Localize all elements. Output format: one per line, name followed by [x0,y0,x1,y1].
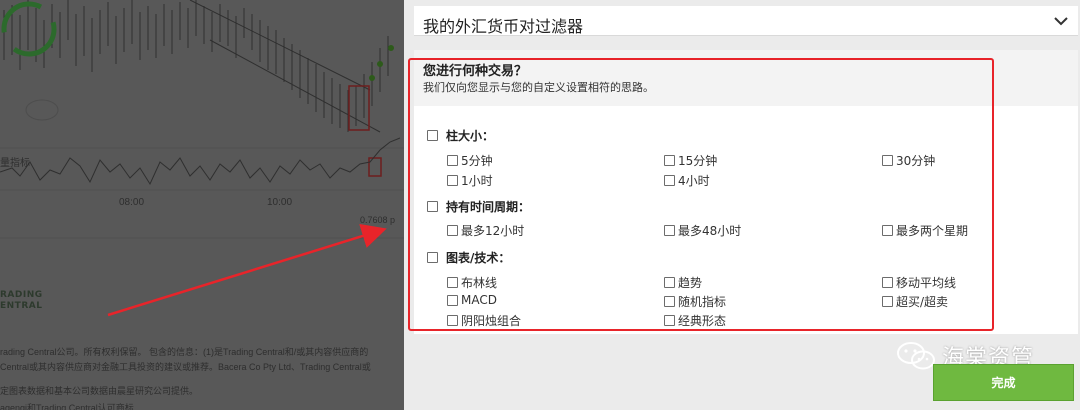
option-1h[interactable]: 1小时 [447,172,493,189]
checkbox[interactable] [664,277,675,288]
option-trend[interactable]: 趋势 [664,274,702,291]
section-holding-period[interactable]: 持有时间周期： [427,198,530,215]
option-5min[interactable]: 5分钟 [447,152,493,169]
option-label: 随机指标 [678,295,727,309]
price-label: 0.7608 p [360,215,396,225]
axis-label-0800: 08:00 [119,197,145,208]
checkbox[interactable] [664,296,675,307]
disclaimer-line: 定图表数据和基本公司数据由晨星研究公司提供。 [0,386,199,396]
option-label: 趋势 [678,276,703,290]
option-moving-average[interactable]: 移动平均线 [882,274,956,291]
option-macd[interactable]: MACD [447,293,497,307]
checkbox[interactable] [664,155,675,166]
option-stochastic[interactable]: 随机指标 [664,293,726,310]
filter-dropdown[interactable]: 我的外汇货币对过滤器 [414,6,1078,36]
bar-size-checkbox[interactable] [427,130,438,141]
background-page: 08:00 10:00 量指标 0.7608 p RADING ENTRAL r… [0,0,404,410]
checkbox[interactable] [882,296,893,307]
option-4h[interactable]: 4小时 [664,172,710,189]
disclaimer-line: rading Central公司。所有权利保留。 包含的信息：(1)是Tradi… [0,347,369,357]
option-bollinger[interactable]: 布林线 [447,274,497,291]
trading-central-logo [1,1,57,57]
question-title: 您进行何种交易？ [423,64,528,79]
chevron-down-icon[interactable] [1054,16,1068,26]
option-label: 最多两个星期 [896,224,969,238]
option-label: 阴阳烛组合 [461,314,522,328]
checkbox[interactable] [664,175,675,186]
option-30min[interactable]: 30分钟 [882,152,935,169]
option-12h[interactable]: 最多12小时 [447,222,524,239]
option-label: 最多12小时 [461,224,525,238]
checkbox[interactable] [447,277,458,288]
disclaimer-line: agengi和Trading Central认可商标 [0,403,134,410]
checkbox[interactable] [882,155,893,166]
option-label: 经典形态 [678,314,727,328]
option-2weeks[interactable]: 最多两个星期 [882,222,968,239]
option-candlestick[interactable]: 阴阳烛组合 [447,312,521,329]
option-label: 超买/超卖 [896,295,949,309]
checkbox[interactable] [447,294,458,306]
checkbox[interactable] [664,315,675,326]
checkbox[interactable] [664,225,675,236]
option-label: 30分钟 [896,154,936,168]
checkbox[interactable] [447,175,458,186]
option-label: 最多48小时 [678,224,742,238]
checkbox[interactable] [447,225,458,236]
wechat-icon [897,342,935,370]
option-label: 布林线 [461,276,498,290]
disclaimer-line: Central或其内容供应商对金融工具投资的建议或推荐。Bacera Co Pt… [0,362,371,372]
indicator-label: 量指标 [0,158,30,169]
checkbox[interactable] [882,277,893,288]
question-subtitle: 我们仅向您显示与您的自定义设置相符的思路。 [423,81,654,94]
logo-text-line1: RADING [0,290,43,300]
section-label: 持有时间周期： [446,200,531,214]
logo-text-line2: ENTRAL [0,301,43,311]
option-label: 移动平均线 [896,276,957,290]
section-label: 图表/技术： [446,251,511,265]
section-label: 柱大小： [446,129,495,143]
chart-technical-checkbox[interactable] [427,252,438,263]
option-48h[interactable]: 最多48小时 [664,222,741,239]
filter-title: 我的外汇货币对过滤器 [423,17,584,36]
option-overbought-oversold[interactable]: 超买/超卖 [882,293,948,310]
axis-label-1000: 10:00 [267,197,293,208]
option-label: MACD [461,293,497,307]
option-label: 1小时 [461,174,493,188]
checkbox[interactable] [447,315,458,326]
option-label: 5分钟 [461,154,493,168]
option-label: 4小时 [678,174,710,188]
checkbox[interactable] [447,155,458,166]
section-chart-technical[interactable]: 图表/技术： [427,249,510,266]
option-15min[interactable]: 15分钟 [664,152,717,169]
option-label: 15分钟 [678,154,718,168]
done-button[interactable]: 完成 [933,364,1074,401]
filter-content: 您进行何种交易？ 我们仅向您显示与您的自定义设置相符的思路。 柱大小： 5分钟 … [414,50,1078,334]
holding-period-checkbox[interactable] [427,201,438,212]
option-classic-pattern[interactable]: 经典形态 [664,312,726,329]
section-bar-size[interactable]: 柱大小： [427,127,494,144]
checkbox[interactable] [882,225,893,236]
